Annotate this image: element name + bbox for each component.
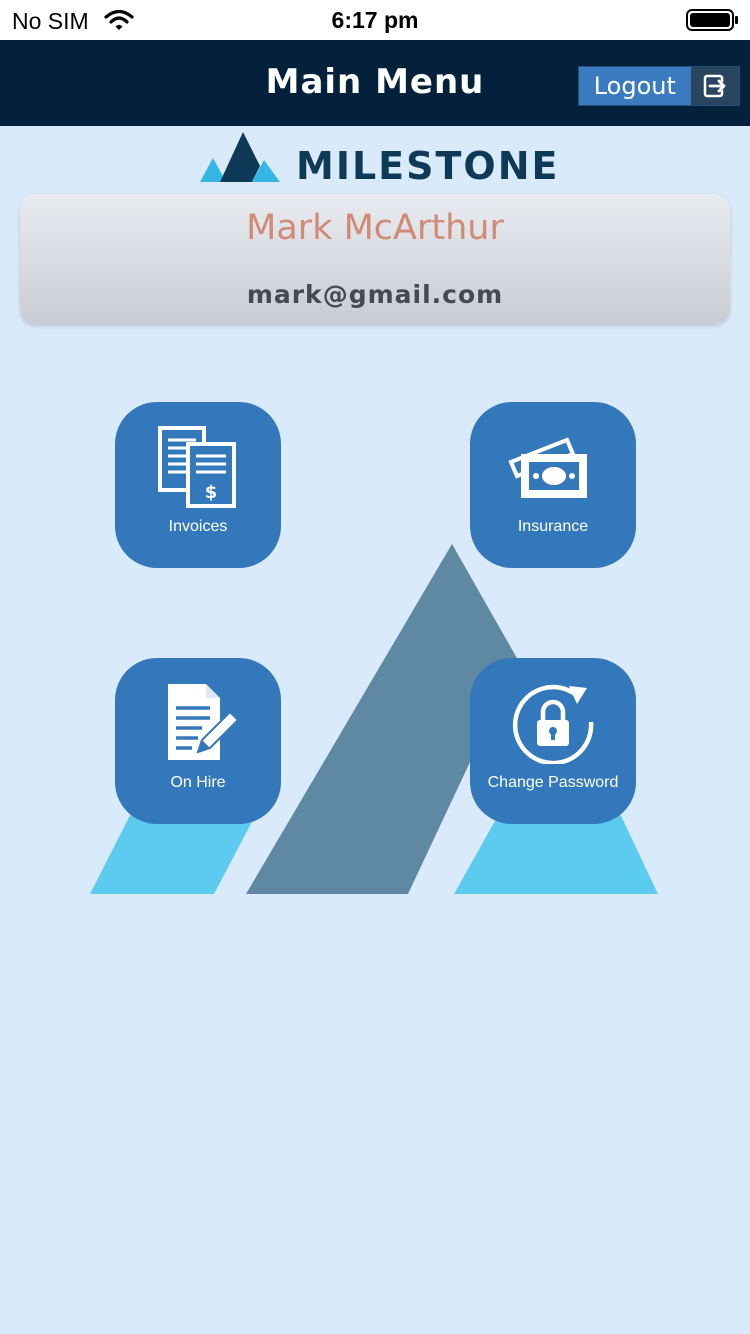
user-email: mark@gmail.com: [246, 280, 504, 309]
battery-icon: [686, 9, 738, 31]
invoices-icon: $: [158, 426, 236, 508]
logout-label: Logout: [579, 67, 691, 105]
svg-text:$: $: [205, 482, 218, 503]
mountain-logo-icon: [200, 132, 280, 182]
milestone-logo: MILESTONE: [196, 130, 560, 188]
lock-refresh-icon: [512, 684, 594, 764]
change-password-label: Change Password: [487, 774, 619, 791]
on-hire-label: On Hire: [170, 774, 226, 791]
cash-icon: [508, 437, 587, 498]
insurance-label: Insurance: [517, 518, 589, 535]
invoices-label: Invoices: [168, 518, 228, 535]
invoices-button[interactable]: $ Invoices: [115, 402, 281, 568]
document-edit-icon: [168, 684, 240, 760]
change-password-button[interactable]: Change Password: [470, 658, 636, 824]
logout-icon-wrap: [690, 67, 739, 105]
profile-card: Mark McArthur mark@gmail.com: [20, 194, 730, 324]
logout-button[interactable]: Logout: [578, 66, 740, 106]
status-time: 6:17 pm: [331, 7, 419, 33]
status-bar: No SIM 6:17 pm: [0, 0, 750, 40]
logo-text: MILESTONE: [296, 144, 560, 188]
user-name: Mark McArthur: [246, 208, 504, 248]
exit-icon: [703, 74, 726, 98]
insurance-button[interactable]: Insurance: [470, 402, 636, 568]
nav-bar: Main Menu Logout: [0, 40, 750, 126]
on-hire-button[interactable]: On Hire: [115, 658, 281, 824]
